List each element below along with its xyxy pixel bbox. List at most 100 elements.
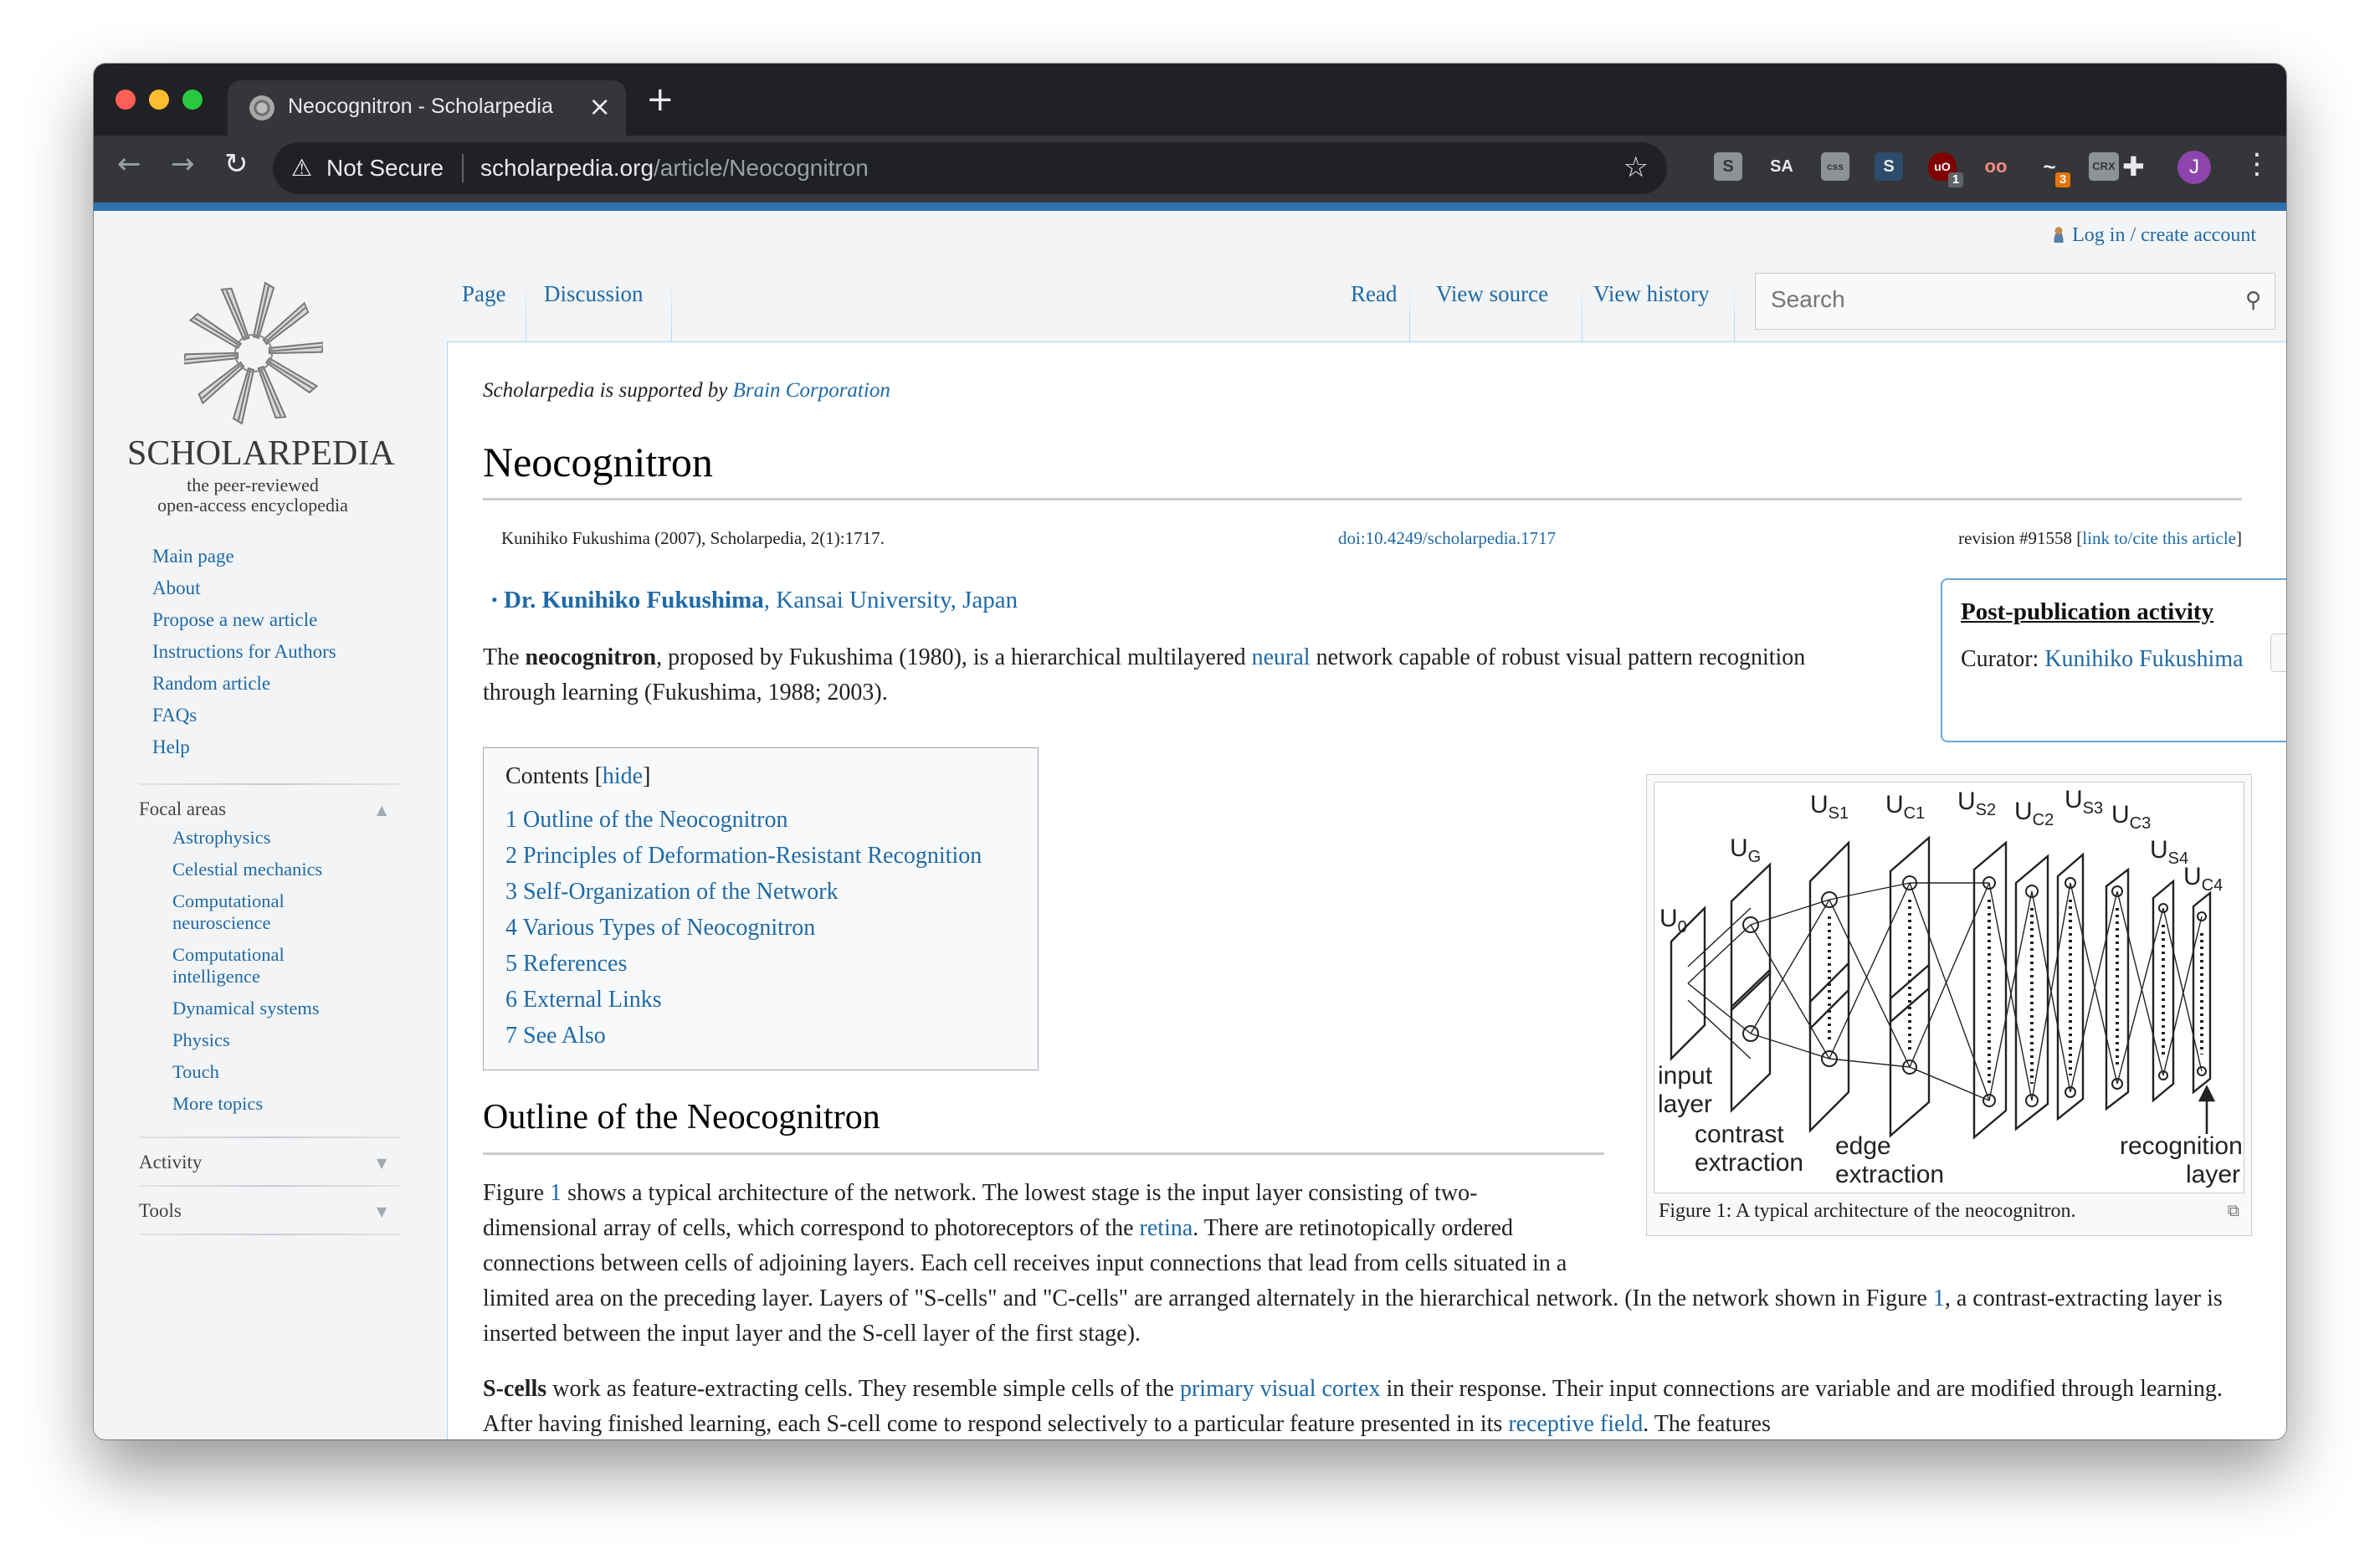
search-icon[interactable]: ⚲ [2245,288,2261,313]
toc-item[interactable]: 6 External Links [505,987,662,1013]
expand-arrow-icon[interactable]: ▼ [377,1203,387,1219]
focal-celestial-mechanics[interactable]: Celestial mechanics [172,859,322,880]
focal-computational-neuroscience[interactable]: Computational neuroscience [172,890,365,934]
security-label[interactable]: Not Secure [326,155,444,182]
revision-info: revision #91558 [link to/cite this artic… [1958,528,2242,548]
paragraph-outline-1: Figure 1 shows a typical architecture of… [483,1176,2257,1352]
focal-astrophysics[interactable]: Astrophysics [172,827,271,849]
doi-link[interactable]: doi:10.4249/scholarpedia.1717 [1338,528,1556,549]
cite-article-link[interactable]: link to/cite this article [2082,528,2236,548]
author-affiliation-link[interactable]: , Kansai University, Japan [764,587,1018,613]
sidebar-divider [139,783,400,785]
browser-menu-icon[interactable]: ⋮ [2243,147,2271,181]
tab-read[interactable]: Read [1351,281,1397,307]
logo-wordmark: SCHOLARPEDIA [127,434,395,473]
profile-avatar[interactable]: J [2177,151,2211,184]
curator-link[interactable]: Kunihiko Fukushima [2044,646,2243,672]
page-viewport: Log in / create account SCHOLARPEDIA the… [94,211,2286,1439]
nav-main-page[interactable]: Main page [152,546,234,567]
forward-icon[interactable]: → [171,147,195,181]
nav-random-article[interactable]: Random article [152,673,270,695]
curator-line: Curator: Kunihiko Fukushima [1961,646,2244,672]
back-icon[interactable]: ← [117,147,141,181]
sidebar-divider [139,1185,400,1187]
toc-hide-link[interactable]: hide [603,763,643,789]
minimize-window-button[interactable] [149,90,169,110]
label-contrast-extraction: contrast extraction [1695,1121,1804,1177]
reload-icon[interactable]: ↻ [224,147,249,181]
tab-strip: Neocognitron - Scholarpedia × + [94,64,2286,136]
label-uc3: UC3 [2111,801,2152,833]
url-text[interactable]: scholarpedia.org/article/Neocognitron [480,155,869,182]
extension-s-square-icon[interactable]: S [1714,152,1742,181]
label-u0: U0 [1659,905,1687,936]
nav-help[interactable]: Help [152,736,190,758]
toc-item[interactable]: 7 See Also [505,1023,606,1049]
toc-item[interactable]: 2 Principles of Deformation-Resistant Re… [505,843,982,870]
nav-about[interactable]: About [152,577,201,599]
new-tab-icon[interactable]: + [646,80,675,119]
toc-item[interactable]: 4 Various Types of Neocognitron [505,915,815,942]
retina-link[interactable]: retina [1140,1215,1193,1241]
browser-window: Neocognitron - Scholarpedia × + ← → ↻ ⚠ … [94,64,2286,1439]
toc-item[interactable]: 5 References [505,951,627,977]
dropdown-chevron-icon[interactable]: ▼ [2270,634,2286,672]
search-input[interactable] [1771,286,2206,313]
neural-link[interactable]: neural [1252,644,1311,670]
extension-css-viewer-icon[interactable]: css [1821,152,1849,181]
sidebar-divider [139,1234,400,1235]
activity-heading[interactable]: Activity [139,1152,202,1173]
site-logo[interactable]: SCHOLARPEDIA the peer-reviewed open-acces… [127,278,395,529]
logo-tagline: the peer-reviewed open-access encyclopedi… [157,475,348,516]
nav-propose-article[interactable]: Propose a new article [152,609,317,631]
accent-bar [94,203,2286,211]
focal-dynamical-systems[interactable]: Dynamical systems [172,998,320,1019]
nav-faqs[interactable]: FAQs [152,705,197,726]
browser-tab[interactable]: Neocognitron - Scholarpedia × [228,80,626,136]
neocognitron-architecture-figure[interactable]: U0 UG US1 UC1 US2 UC2 US3 UC3 US4 UC4 in… [1654,782,2244,1193]
toc-item[interactable]: 3 Self-Organization of the Network [505,879,839,906]
collapse-arrow-icon[interactable]: ▲ [377,802,387,818]
focal-physics[interactable]: Physics [172,1029,230,1051]
post-publication-title: Post-publication activity [1961,598,2214,625]
expand-arrow-icon[interactable]: ▼ [377,1155,387,1171]
author-line: • Dr. Kunihiko Fukushima, Kansai Univers… [491,587,1018,613]
section-divider [483,1152,1604,1155]
extension-ublock-icon[interactable]: uO 1 [1928,152,1963,187]
figure-1-link[interactable]: 1 [550,1180,562,1206]
tools-heading[interactable]: Tools [139,1200,182,1222]
brain-corporation-link[interactable]: Brain Corporation [733,379,890,402]
tab-view-history[interactable]: View history [1593,281,1710,307]
focal-computational-intelligence[interactable]: Computational intelligence [172,944,365,988]
logo-spiral-icon [184,281,323,424]
bookmark-star-icon[interactable]: ☆ [1623,151,1649,184]
extension-s-blue-icon[interactable]: S [1875,152,1903,181]
extension-glasses-icon[interactable]: oo [1982,152,2010,181]
toc-item[interactable]: 1 Outline of the Neocognitron [505,807,787,834]
zoom-window-button[interactable] [182,90,203,110]
page-title: Neocognitron [483,439,713,485]
address-bar[interactable]: ⚠ Not Secure scholarpedia.org/article/Ne… [273,142,1667,194]
receptive-field-link[interactable]: receptive field [1508,1411,1643,1437]
focal-more-topics[interactable]: More topics [172,1093,263,1115]
extension-sa-icon[interactable]: SA [1767,152,1796,181]
login-link[interactable]: Log in / create account [2052,224,2256,247]
tab-close-icon[interactable]: × [588,90,611,122]
extension-crx-icon[interactable]: CRX [2089,152,2119,181]
float-spacer [1571,1176,2257,1281]
tab-view-source[interactable]: View source [1436,281,1548,307]
extension-sloth-icon[interactable]: ~3 [2035,152,2070,187]
figure-1-link[interactable]: 1 [1933,1285,1945,1311]
extensions-puzzle-icon[interactable]: ✚ [2122,151,2145,182]
tab-discussion[interactable]: Discussion [544,281,644,307]
focal-areas-heading[interactable]: Focal areas [139,798,226,820]
primary-visual-cortex-link[interactable]: primary visual cortex [1180,1376,1380,1402]
heading-divider [483,498,2242,500]
nav-instructions-authors[interactable]: Instructions for Authors [152,641,336,663]
label-us2: US2 [1957,788,1997,819]
focal-touch[interactable]: Touch [172,1061,219,1083]
close-window-button[interactable] [115,90,136,110]
tab-page[interactable]: Page [462,281,505,307]
site-notice: Scholarpedia is supported by Brain Corpo… [483,379,890,402]
author-name-link[interactable]: Dr. Kunihiko Fukushima [504,587,764,613]
